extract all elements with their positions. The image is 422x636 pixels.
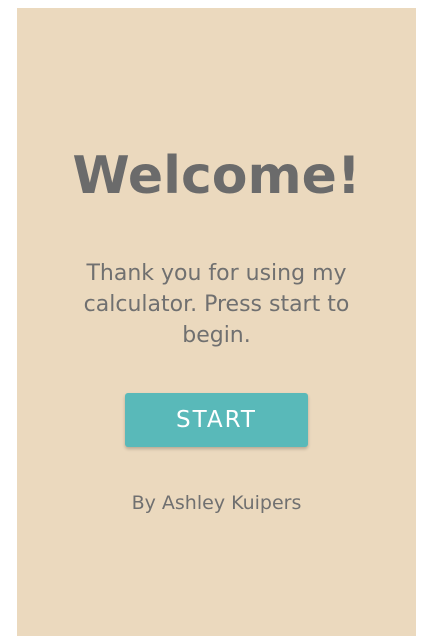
welcome-title: Welcome! [72,146,361,206]
welcome-message: Thank you for using my calculator. Press… [83,261,350,348]
welcome-screen: Welcome! Thank you for using my calculat… [17,8,416,636]
author-byline: By Ashley Kuipers [131,492,302,514]
start-button[interactable]: START [125,393,308,447]
